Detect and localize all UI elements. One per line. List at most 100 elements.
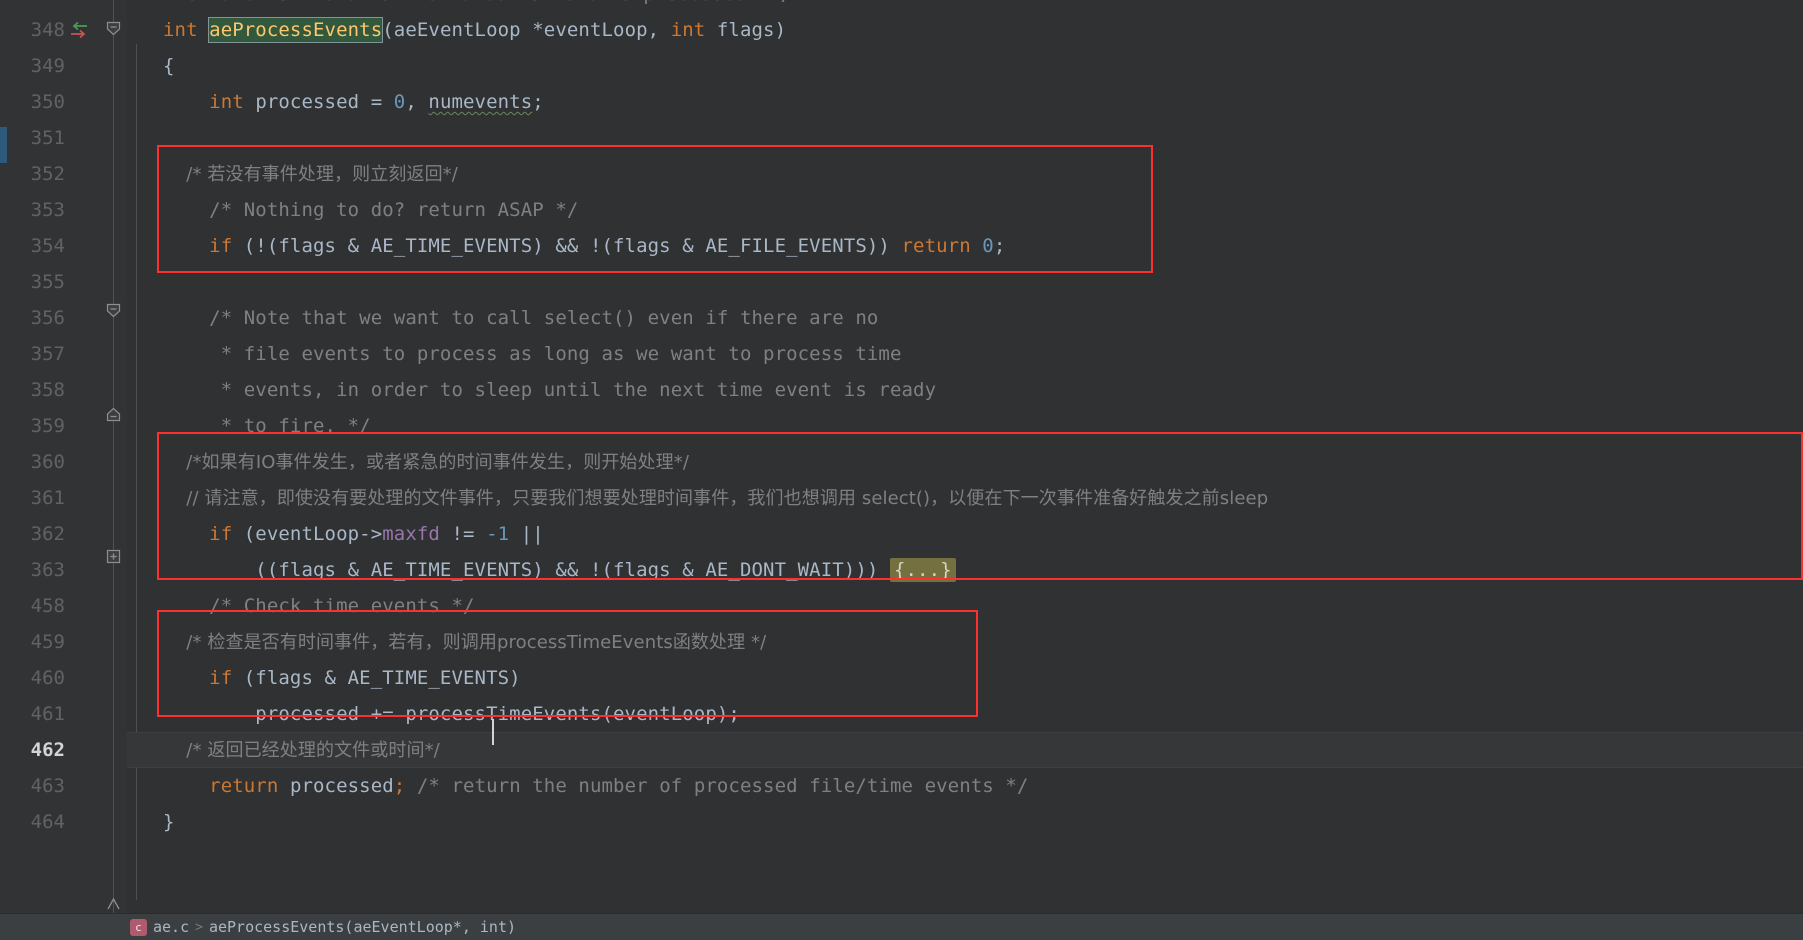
- override-arrows-icon[interactable]: [67, 18, 89, 40]
- code-token: processed += processTimeEvents(eventLoop…: [163, 703, 740, 725]
- line-number[interactable]: 353: [9, 192, 65, 228]
- line-number[interactable]: 348: [9, 12, 65, 48]
- fold-marker-348[interactable]: [106, 21, 121, 36]
- fold-marker-359[interactable]: [106, 407, 121, 422]
- code-line[interactable]: if (!(flags & AE_TIME_EVENTS) && !(flags…: [163, 228, 1005, 264]
- code-token: /* Check time events */: [163, 595, 475, 617]
- marker-stripe[interactable]: [0, 0, 7, 940]
- code-token: ;: [393, 775, 406, 797]
- code-editor[interactable]: 348 349 350 351 352 353 354 355 356 357 358 359 360 3…: [0, 0, 1803, 940]
- code-token: int: [670, 19, 717, 41]
- code-line[interactable]: /* 检查是否有时间事件，若有，则调用processTimeEvents函数处理…: [163, 624, 766, 660]
- code-token: ||: [509, 523, 544, 545]
- code-token: /* Nothing to do? return ASAP */: [163, 199, 579, 221]
- line-number[interactable]: 360: [9, 444, 65, 480]
- text-caret: [492, 719, 494, 745]
- fold-marker-464-end[interactable]: [106, 896, 121, 911]
- code-token: (aeEventLoop *eventLoop,: [382, 19, 671, 41]
- code-line[interactable]: * file events to process as long as we w…: [163, 336, 902, 372]
- code-line[interactable]: /* 返回已经处理的文件或时间*/: [163, 732, 440, 768]
- code-line[interactable]: if (eventLoop->maxfd != -1 ||: [163, 516, 544, 552]
- code-line[interactable]: /* Note that we want to call select() ev…: [163, 300, 878, 336]
- line-number[interactable]: 460: [9, 660, 65, 696]
- partial-line-top: The function returns the number of event…: [163, 0, 792, 12]
- code-token: {: [163, 55, 175, 77]
- line-number[interactable]: 463: [9, 768, 65, 804]
- code-token: {...}: [889, 558, 956, 582]
- code-line[interactable]: /* Nothing to do? return ASAP */: [163, 192, 578, 228]
- code-line[interactable]: // 请注意，即使没有要处理的文件事件，只要我们想要处理时间事件，我们也想调用 …: [163, 480, 1268, 516]
- code-token: 0: [982, 235, 994, 257]
- line-number[interactable]: 356: [9, 300, 65, 336]
- code-token: * file events to process as long as we w…: [163, 343, 902, 365]
- line-number[interactable]: 350: [9, 84, 65, 120]
- code-token: !=: [439, 523, 487, 545]
- line-number[interactable]: 351: [9, 120, 65, 156]
- gutter[interactable]: 348 349 350 351 352 353 354 355 356 357 358 359 360 3…: [7, 0, 127, 940]
- code-token: if: [163, 667, 233, 689]
- code-token: (eventLoop->: [232, 523, 383, 545]
- code-token: processed: [289, 775, 394, 797]
- line-number[interactable]: 361: [9, 480, 65, 516]
- line-number[interactable]: 458: [9, 588, 65, 624]
- line-number[interactable]: 363: [9, 552, 65, 588]
- fold-marker-356[interactable]: [106, 303, 121, 318]
- code-token: ;: [993, 235, 1006, 257]
- line-number[interactable]: 352: [9, 156, 65, 192]
- code-token: aeProcessEvents: [208, 17, 384, 43]
- code-token: if: [163, 523, 233, 545]
- code-token: flags): [716, 19, 787, 41]
- code-token: 0: [393, 91, 406, 113]
- code-text-area[interactable]: The function returns the number of event…: [127, 0, 1803, 940]
- code-line[interactable]: /* Check time events */: [163, 588, 475, 624]
- line-number[interactable]: 362: [9, 516, 65, 552]
- code-line[interactable]: processed += processTimeEvents(eventLoop…: [163, 696, 740, 732]
- line-number[interactable]: 354: [9, 228, 65, 264]
- line-number[interactable]: 359: [9, 408, 65, 444]
- code-line[interactable]: ((flags & AE_TIME_EVENTS) && !(flags & A…: [163, 552, 956, 588]
- code-line[interactable]: /*如果有IO事件发生，或者紧急的时间事件发生，则开始处理*/: [163, 444, 689, 480]
- code-token: int: [163, 91, 256, 113]
- code-line[interactable]: /* 若没有事件处理，则立刻返回*/: [163, 156, 458, 192]
- line-number[interactable]: 464: [9, 804, 65, 840]
- code-line[interactable]: }: [163, 804, 175, 840]
- code-token: /* 检查是否有时间事件，若有，则调用processTimeEvents函数处理…: [163, 632, 767, 653]
- code-token: int: [163, 19, 210, 41]
- c-file-icon: c: [130, 918, 147, 936]
- code-line[interactable]: int aeProcessEvents(aeEventLoop *eventLo…: [163, 12, 786, 48]
- breadcrumb-separator: >: [195, 919, 203, 935]
- breadcrumb[interactable]: c ae.c > aeProcessEvents(aeEventLoop*, i…: [0, 913, 1803, 940]
- code-token: // 请注意，即使没有要处理的文件事件，只要我们想要处理时间事件，我们也想调用 …: [163, 488, 1269, 509]
- code-token: /*如果有IO事件发生，或者紧急的时间事件发生，则开始处理*/: [163, 452, 689, 473]
- line-number[interactable]: 462: [9, 732, 65, 768]
- code-line[interactable]: if (flags & AE_TIME_EVENTS): [163, 660, 521, 696]
- breadcrumb-item-function[interactable]: aeProcessEvents(aeEventLoop*, int): [209, 918, 516, 936]
- code-token: processed =: [255, 91, 394, 113]
- line-number[interactable]: 357: [9, 336, 65, 372]
- fold-rail: [113, 0, 114, 940]
- code-token: numevents: [428, 91, 533, 113]
- line-number[interactable]: 355: [9, 264, 65, 300]
- code-token: ;: [532, 91, 544, 113]
- breadcrumb-item-file[interactable]: ae.c: [153, 918, 189, 936]
- line-number[interactable]: 459: [9, 624, 65, 660]
- code-token: ,: [405, 91, 429, 113]
- code-token: -1: [486, 523, 510, 545]
- code-token: (!(flags & AE_TIME_EVENTS) && !(flags & …: [232, 235, 902, 257]
- code-token: return: [163, 775, 290, 797]
- line-number[interactable]: 461: [9, 696, 65, 732]
- line-number[interactable]: 358: [9, 372, 65, 408]
- code-line[interactable]: {: [163, 48, 175, 84]
- code-line[interactable]: * events, in order to sleep until the ne…: [163, 372, 936, 408]
- marker-stripe-bookmark[interactable]: [0, 127, 7, 163]
- code-line[interactable]: return processed; /* return the number o…: [163, 768, 1028, 804]
- code-token: ((flags & AE_TIME_EVENTS) && !(flags & A…: [163, 559, 890, 581]
- fold-marker-363-expand[interactable]: [106, 549, 121, 564]
- code-token: }: [163, 811, 175, 833]
- code-token: /* return the number of processed file/t…: [405, 775, 1029, 797]
- code-token: /* 返回已经处理的文件或时间*/: [163, 740, 440, 761]
- line-number[interactable]: 349: [9, 48, 65, 84]
- code-line[interactable]: * to fire. */: [163, 408, 371, 444]
- code-line[interactable]: int processed = 0, numevents;: [163, 84, 544, 120]
- code-token: return: [901, 235, 983, 257]
